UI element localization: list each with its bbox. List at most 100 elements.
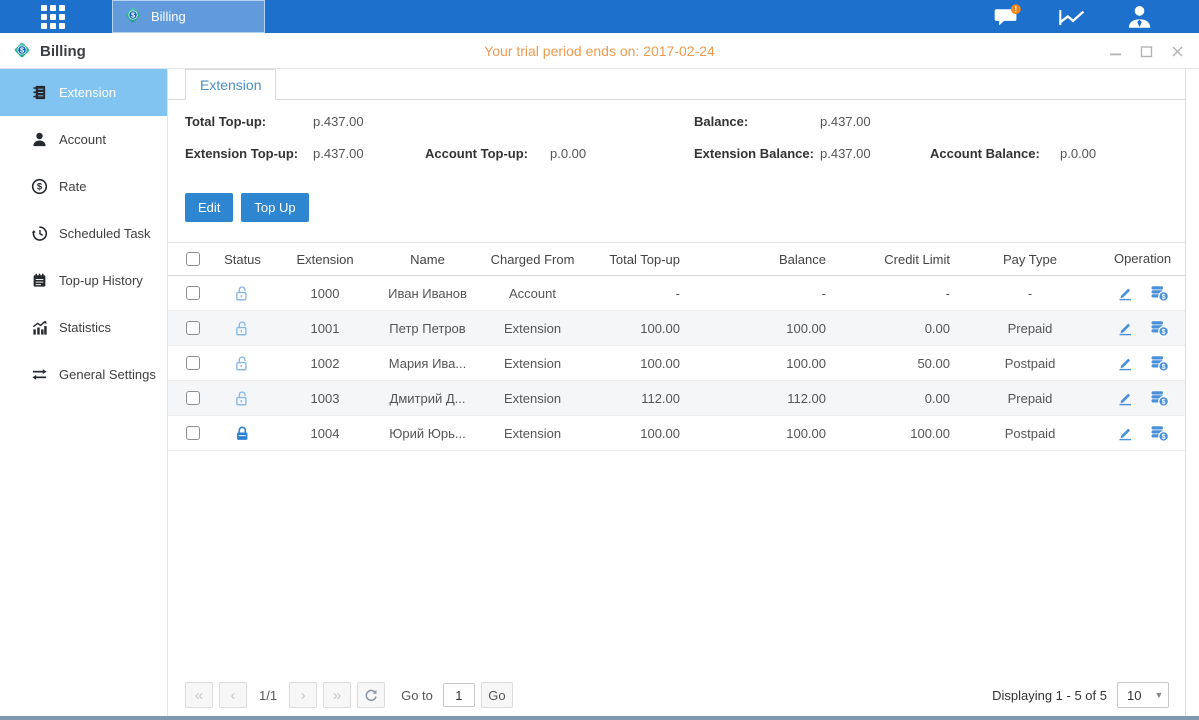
- operation-cell: $: [1100, 319, 1185, 337]
- page-size-select[interactable]: 10 ▼: [1117, 682, 1169, 708]
- charged-from-cell: Extension: [475, 321, 590, 336]
- row-checkbox[interactable]: [186, 391, 200, 405]
- svg-text:$: $: [1162, 329, 1166, 336]
- extension-topup-label: Extension Top-up:: [185, 146, 298, 161]
- name-cell: Петр Петров: [380, 321, 475, 336]
- tab-extension[interactable]: Extension: [185, 69, 276, 100]
- table-toolbar: Edit Top Up: [185, 193, 309, 222]
- status-cell: [215, 284, 270, 301]
- total-topup-value: p.437.00: [313, 114, 364, 129]
- first-page-button[interactable]: «: [185, 682, 213, 708]
- status-cell: [215, 389, 270, 406]
- sidebar-item-extension[interactable]: Extension: [0, 69, 167, 116]
- table-row[interactable]: 1001 Петр Петров Extension 100.00 100.00…: [168, 311, 1185, 346]
- window-title: Billing: [40, 43, 86, 60]
- close-button[interactable]: [1170, 44, 1185, 59]
- topup-button[interactable]: Top Up: [241, 193, 308, 222]
- app-launcher-icon[interactable]: [40, 4, 66, 30]
- edit-pencil-icon[interactable]: [1116, 389, 1134, 407]
- chevron-down-icon: ▼: [1150, 683, 1168, 707]
- operation-cell: $: [1100, 389, 1185, 407]
- status-cell: [215, 424, 270, 441]
- sidebar-item-label: Scheduled Task: [59, 226, 151, 241]
- topbar-tab-billing[interactable]: $ Billing: [112, 0, 265, 33]
- row-checkbox[interactable]: [186, 321, 200, 335]
- pay-type-cell: Postpaid: [960, 426, 1100, 441]
- credit-limit-cell: 0.00: [838, 321, 960, 336]
- header-credit-limit: Credit Limit: [838, 252, 960, 267]
- row-checkbox[interactable]: [186, 356, 200, 370]
- charged-from-cell: Account: [475, 286, 590, 301]
- sidebar-item-scheduled-task[interactable]: Scheduled Task: [0, 210, 167, 257]
- topup-coins-icon[interactable]: $: [1150, 354, 1169, 372]
- notifications-icon[interactable]: !: [991, 3, 1023, 31]
- extension-balance-value: p.437.00: [820, 146, 871, 161]
- unlocked-icon: [234, 320, 251, 337]
- billing-diamond-icon: $: [123, 5, 143, 28]
- table-row[interactable]: 1000 Иван Иванов Account - - - - $: [168, 276, 1185, 311]
- charged-from-cell: Extension: [475, 426, 590, 441]
- extension-topup-value: p.437.00: [313, 146, 364, 161]
- pay-type-cell: Prepaid: [960, 391, 1100, 406]
- svg-text:$: $: [1162, 294, 1166, 301]
- goto-page-input[interactable]: [443, 683, 475, 707]
- row-checkbox[interactable]: [186, 426, 200, 440]
- edit-pencil-icon[interactable]: [1116, 424, 1134, 442]
- edit-pencil-icon[interactable]: [1116, 319, 1134, 337]
- credit-limit-cell: 100.00: [838, 426, 960, 441]
- balance-label: Balance:: [694, 114, 748, 129]
- sidebar-item-account[interactable]: Account: [0, 116, 167, 163]
- balance-cell: 112.00: [698, 391, 838, 406]
- account-balance-value: p.0.00: [1060, 146, 1096, 161]
- operation-cell: $: [1100, 284, 1185, 302]
- minimize-button[interactable]: [1108, 44, 1123, 59]
- edit-pencil-icon[interactable]: [1116, 284, 1134, 302]
- displaying-info: Displaying 1 - 5 of 5: [992, 688, 1107, 703]
- svg-text:$: $: [20, 45, 24, 54]
- unlocked-icon: [234, 390, 251, 407]
- edit-pencil-icon[interactable]: [1116, 354, 1134, 372]
- pay-type-cell: Prepaid: [960, 321, 1100, 336]
- topup-coins-icon[interactable]: $: [1150, 284, 1169, 302]
- topup-coins-icon[interactable]: $: [1150, 424, 1169, 442]
- name-cell: Мария Ива...: [380, 356, 475, 371]
- notepad-icon: [30, 271, 49, 290]
- main-content: Extension Total Top-up: p.437.00 Balance…: [168, 69, 1186, 716]
- total-topup-cell: 100.00: [590, 321, 698, 336]
- row-checkbox[interactable]: [186, 286, 200, 300]
- charged-from-cell: Extension: [475, 391, 590, 406]
- maximize-button[interactable]: [1139, 44, 1154, 59]
- table-row[interactable]: 1004 Юрий Юрь... Extension 100.00 100.00…: [168, 416, 1185, 451]
- balance-cell: 100.00: [698, 321, 838, 336]
- pay-type-cell: Postpaid: [960, 356, 1100, 371]
- topup-coins-icon[interactable]: $: [1150, 389, 1169, 407]
- select-all-checkbox[interactable]: [186, 252, 200, 266]
- extensions-table: Status Extension Name Charged From Total…: [168, 242, 1185, 451]
- next-page-button[interactable]: ›: [289, 682, 317, 708]
- sidebar-item-general-settings[interactable]: General Settings: [0, 351, 167, 398]
- edit-button[interactable]: Edit: [185, 193, 233, 222]
- last-page-button[interactable]: »: [323, 682, 351, 708]
- sidebar-item-statistics[interactable]: Statistics: [0, 304, 167, 351]
- extension-cell: 1002: [270, 356, 380, 371]
- person-icon: [30, 130, 49, 149]
- user-account-icon[interactable]: [1123, 3, 1155, 31]
- refresh-button[interactable]: [357, 682, 385, 708]
- operation-cell: $: [1100, 424, 1185, 442]
- go-button[interactable]: Go: [481, 682, 513, 708]
- topup-coins-icon[interactable]: $: [1150, 319, 1169, 337]
- svg-text:$: $: [131, 11, 135, 20]
- sidebar-item-label: Top-up History: [59, 273, 143, 288]
- window-bottom-edge: [0, 716, 1199, 720]
- table-row[interactable]: 1003 Дмитрий Д... Extension 112.00 112.0…: [168, 381, 1185, 416]
- svg-text:$: $: [37, 182, 43, 193]
- reports-chart-icon[interactable]: [1057, 3, 1089, 31]
- extension-cell: 1000: [270, 286, 380, 301]
- sidebar-item-rate[interactable]: $ Rate: [0, 163, 167, 210]
- prev-page-button[interactable]: ‹: [219, 682, 247, 708]
- header-balance: Balance: [698, 252, 838, 267]
- sidebar-item-topup-history[interactable]: Top-up History: [0, 257, 167, 304]
- sidebar-item-label: Extension: [59, 85, 116, 100]
- billing-diamond-icon: $: [12, 40, 32, 63]
- table-row[interactable]: 1002 Мария Ива... Extension 100.00 100.0…: [168, 346, 1185, 381]
